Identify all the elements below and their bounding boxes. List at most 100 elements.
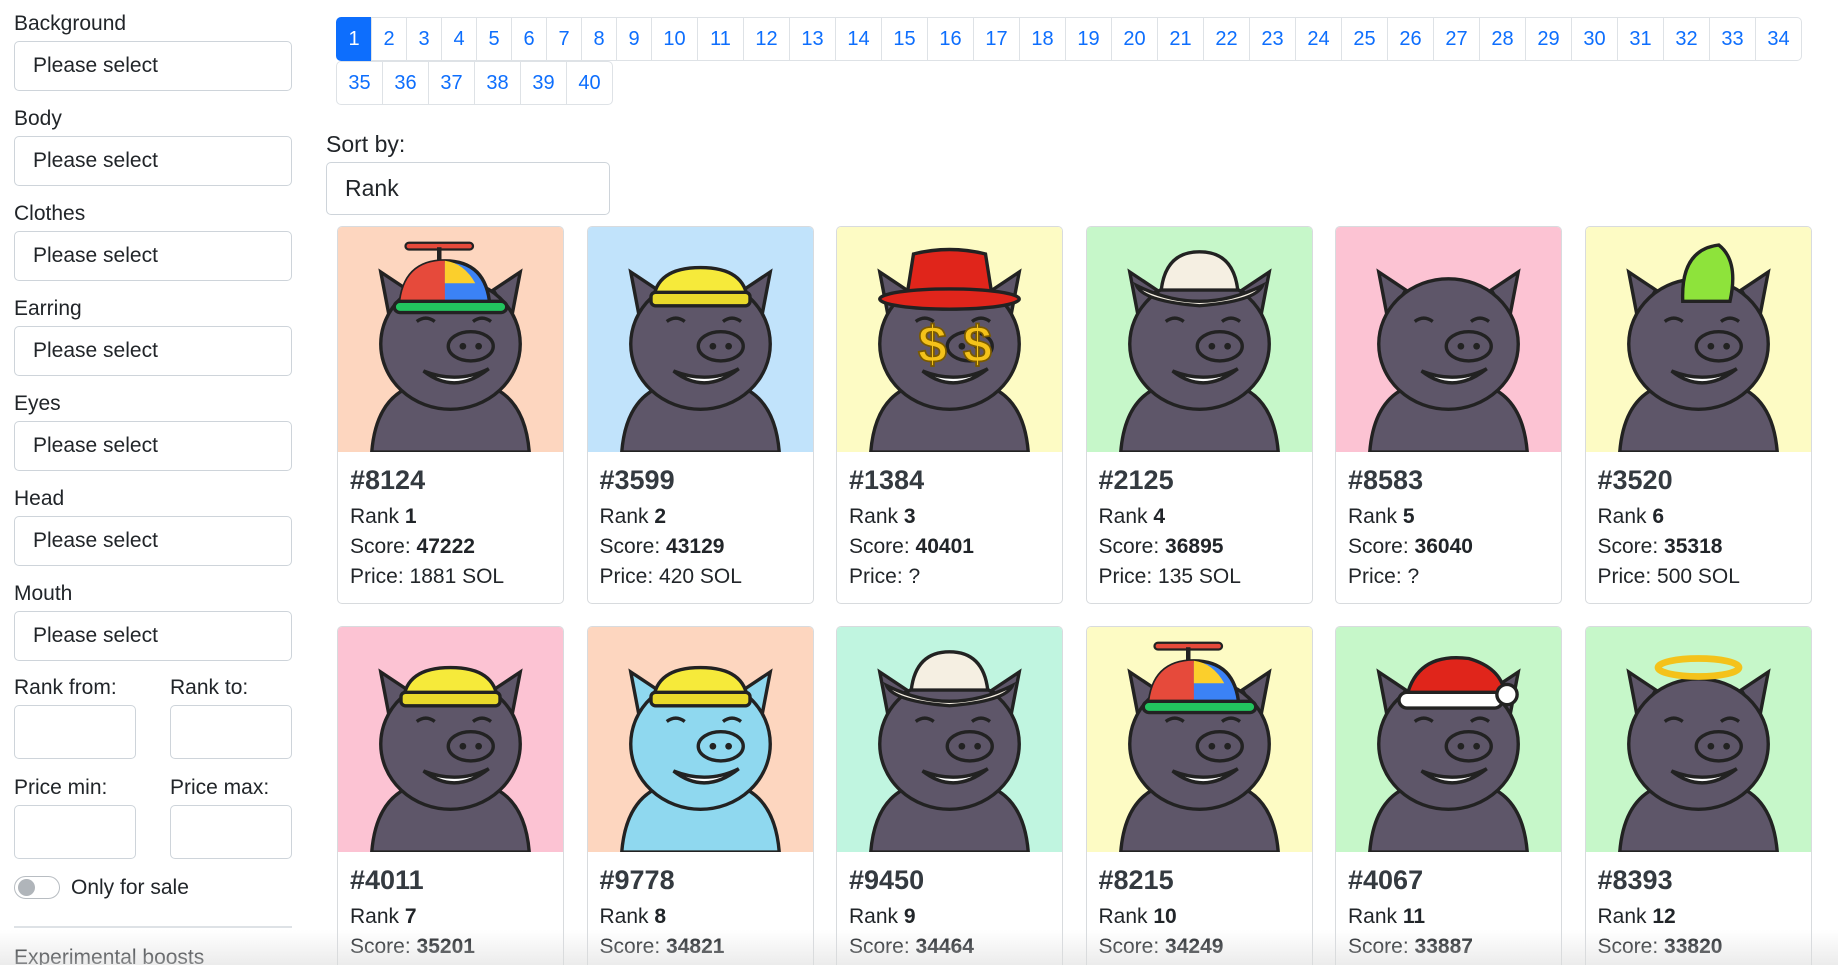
nft-image[interactable] <box>338 627 563 852</box>
filter-select-eyes[interactable]: Please select <box>14 421 292 471</box>
page-link-34[interactable]: 34 <box>1755 17 1802 61</box>
page-link-13[interactable]: 13 <box>789 17 836 61</box>
nft-score-value: 35318 <box>1664 535 1723 558</box>
nft-image[interactable] <box>837 627 1062 852</box>
nft-price: Price: ? <box>849 565 920 589</box>
page-link-22[interactable]: 22 <box>1203 17 1250 61</box>
page-link-14[interactable]: 14 <box>835 17 882 61</box>
nft-card[interactable]: $ $ #1384 Rank 3 Score: 40401 Price: ? <box>836 226 1063 604</box>
sort-by-select[interactable]: Rank <box>326 162 610 215</box>
page-link-28[interactable]: 28 <box>1479 17 1526 61</box>
page-link-33[interactable]: 33 <box>1709 17 1756 61</box>
filter-select-head[interactable]: Please select <box>14 516 292 566</box>
nft-rank-value: 11 <box>1402 905 1426 928</box>
nft-price-label: Price: <box>849 565 903 588</box>
page-link-4[interactable]: 4 <box>441 17 477 61</box>
nft-price-label: Price: <box>350 565 404 588</box>
nft-card[interactable]: #3599 Rank 2 Score: 43129 Price: 420 SOL <box>586 226 814 604</box>
nft-rank-label: Rank <box>599 505 649 528</box>
page-link-36[interactable]: 36 <box>382 61 429 105</box>
filter-label-earring: Earring <box>14 297 82 320</box>
page-link-2[interactable]: 2 <box>371 17 407 61</box>
nft-card[interactable]: #8583 Rank 5 Score: 36040 Price: ? <box>1335 226 1562 604</box>
nft-rank-value: 3 <box>903 505 916 528</box>
nft-card[interactable]: #8124 Rank 1 Score: 47222 Price: 1881 SOL <box>337 226 564 604</box>
page-link-31[interactable]: 31 <box>1617 17 1664 61</box>
page-link-19[interactable]: 19 <box>1065 17 1112 61</box>
page-link-39[interactable]: 39 <box>520 61 567 105</box>
nft-card[interactable]: #8215 Rank 10 Score: 34249 <box>1085 626 1313 965</box>
filter-select-earring[interactable]: Please select <box>14 326 292 376</box>
page-link-8[interactable]: 8 <box>581 17 617 61</box>
filter-select-body[interactable]: Please select <box>14 136 292 186</box>
nft-image[interactable] <box>338 227 563 452</box>
page-link-18[interactable]: 18 <box>1019 17 1066 61</box>
nft-price: Price: 1881 SOL <box>350 565 504 589</box>
filter-select-background[interactable]: Please select <box>14 41 292 91</box>
nft-image[interactable]: $ $ <box>837 227 1062 452</box>
page-link-27[interactable]: 27 <box>1433 17 1480 61</box>
page-link-38[interactable]: 38 <box>474 61 521 105</box>
nft-card[interactable]: #2125 Rank 4 Score: 36895 Price: 135 SOL <box>1085 226 1313 604</box>
filter-label-head: Head <box>14 487 65 510</box>
nft-score-label: Score: <box>1348 535 1409 558</box>
page-link-32[interactable]: 32 <box>1663 17 1710 61</box>
page-link-24[interactable]: 24 <box>1295 17 1342 61</box>
page-link-23[interactable]: 23 <box>1249 17 1296 61</box>
nft-score-value: 43129 <box>666 535 725 558</box>
nft-rank-label: Rank <box>849 505 899 528</box>
nft-card[interactable]: #4011 Rank 7 Score: 35201 <box>337 626 564 965</box>
page-link-9[interactable]: 9 <box>616 17 652 61</box>
rank-from-input[interactable] <box>14 705 136 759</box>
nft-image[interactable] <box>1086 227 1312 452</box>
nft-image[interactable] <box>1336 227 1561 452</box>
nft-card[interactable]: #3520 Rank 6 Score: 35318 Price: 500 SOL <box>1584 226 1812 604</box>
page-link-21[interactable]: 21 <box>1157 17 1204 61</box>
nft-image[interactable] <box>1585 227 1811 452</box>
nft-image[interactable] <box>1086 627 1312 852</box>
page-link-3[interactable]: 3 <box>406 17 442 61</box>
nft-image[interactable] <box>587 227 813 452</box>
nft-score: Score: 34821 <box>600 935 725 959</box>
rank-to-label: Rank to: <box>170 676 249 699</box>
page-link-26[interactable]: 26 <box>1387 17 1434 61</box>
rank-from-label: Rank from: <box>14 676 117 699</box>
rank-to-input[interactable] <box>170 705 292 759</box>
nft-card[interactable]: #8393 Rank 12 Score: 33820 <box>1584 626 1812 965</box>
nft-card[interactable]: #9450 Rank 9 Score: 34464 <box>836 626 1063 965</box>
page-link-17[interactable]: 17 <box>973 17 1020 61</box>
nft-price-label: Price: <box>1597 565 1652 588</box>
page-link-7[interactable]: 7 <box>546 17 582 61</box>
page-link-30[interactable]: 30 <box>1571 17 1618 61</box>
page-link-10[interactable]: 10 <box>651 17 698 61</box>
page-link-37[interactable]: 37 <box>428 61 475 105</box>
page-link-16[interactable]: 16 <box>927 17 974 61</box>
nft-id: #3599 <box>599 465 675 495</box>
filter-select-mouth[interactable]: Please select <box>14 611 292 661</box>
page-link-1[interactable]: 1 <box>336 17 372 61</box>
nft-image[interactable] <box>1336 627 1561 852</box>
page-link-6[interactable]: 6 <box>511 17 547 61</box>
nft-score-label: Score: <box>1348 935 1409 958</box>
page-link-29[interactable]: 29 <box>1525 17 1572 61</box>
price-min-input[interactable] <box>14 805 136 859</box>
page-link-20[interactable]: 20 <box>1111 17 1158 61</box>
filter-select-clothes[interactable]: Please select <box>14 231 292 281</box>
nft-card[interactable]: #9778 Rank 8 Score: 34821 <box>586 626 814 965</box>
nft-id: #1384 <box>849 465 925 495</box>
nft-image[interactable] <box>587 627 813 852</box>
nft-card[interactable]: #4067 Rank 11 Score: 33887 <box>1335 626 1562 965</box>
page-link-12[interactable]: 12 <box>743 17 790 61</box>
only-for-sale-toggle[interactable] <box>14 876 60 899</box>
page-link-11[interactable]: 11 <box>697 17 744 61</box>
page-link-35[interactable]: 35 <box>336 61 383 105</box>
nft-image[interactable] <box>1585 627 1811 852</box>
nft-rank: Rank 4 <box>1099 505 1166 529</box>
nft-rank-value: 10 <box>1153 905 1177 928</box>
page-link-25[interactable]: 25 <box>1341 17 1388 61</box>
page-link-15[interactable]: 15 <box>881 17 928 61</box>
page-link-5[interactable]: 5 <box>476 17 512 61</box>
sidebar-divider <box>14 926 292 928</box>
page-link-40[interactable]: 40 <box>566 61 613 105</box>
price-max-input[interactable] <box>170 805 292 859</box>
